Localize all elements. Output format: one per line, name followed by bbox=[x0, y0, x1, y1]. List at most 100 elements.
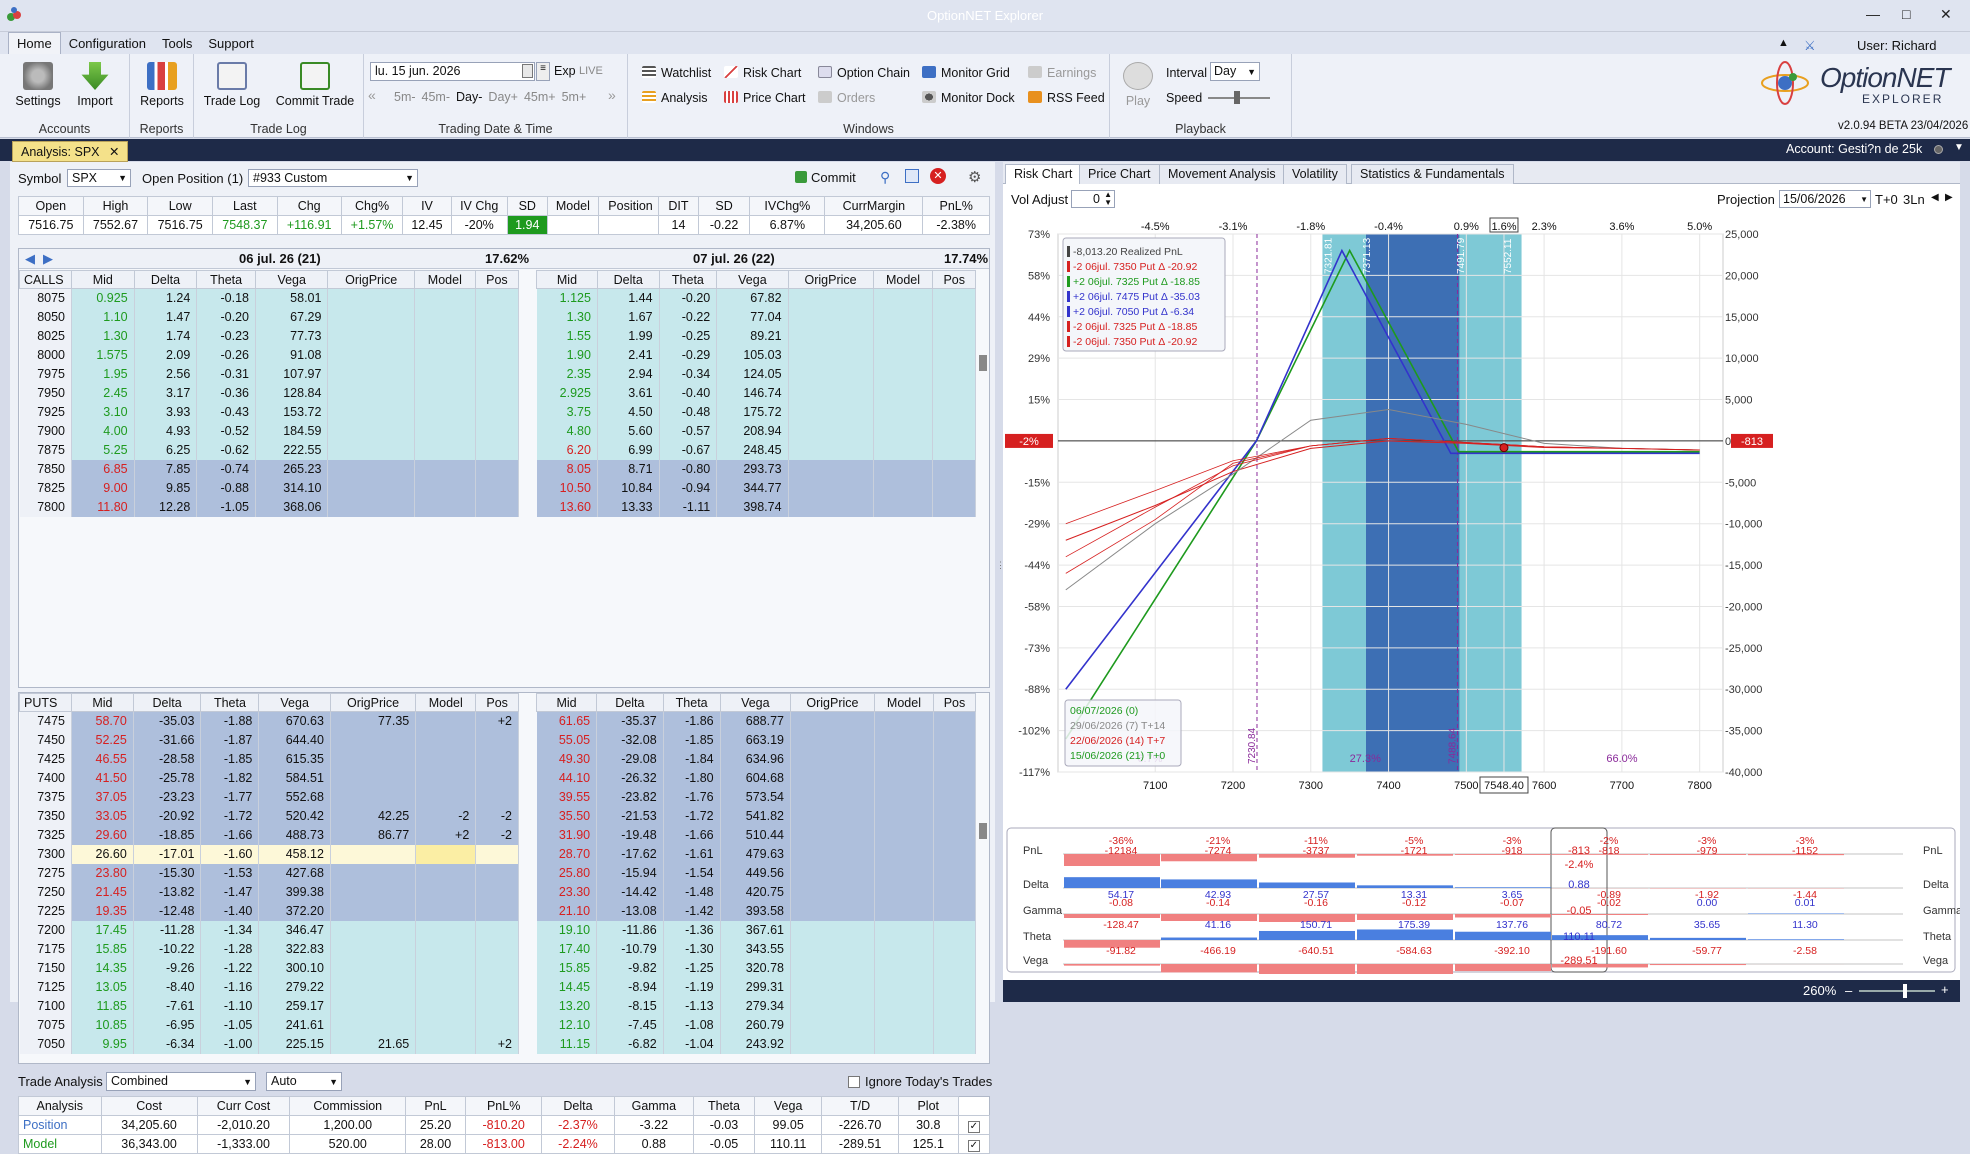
call-empty-cell[interactable] bbox=[414, 441, 475, 460]
call-cell[interactable]: -0.94 bbox=[659, 479, 717, 498]
put-empty-cell[interactable] bbox=[934, 712, 976, 731]
call-empty-cell[interactable] bbox=[475, 346, 518, 365]
next-expiration-icon[interactable]: ▶ bbox=[43, 251, 53, 267]
call-empty-cell[interactable] bbox=[933, 403, 976, 422]
puts-scroll-thumb[interactable] bbox=[979, 823, 987, 839]
call-empty-cell[interactable] bbox=[328, 289, 414, 308]
call-cell[interactable]: 2.09 bbox=[134, 346, 197, 365]
put-row[interactable]: 13.20-8.15-1.13279.34 bbox=[537, 997, 976, 1016]
call-empty-cell[interactable] bbox=[788, 289, 873, 308]
call-row[interactable]: 6.206.99-0.67248.45 bbox=[537, 441, 976, 460]
put-row[interactable]: 23.30-14.42-1.48420.75 bbox=[537, 883, 976, 902]
put-row[interactable]: 717515.85-10.22-1.28322.83 bbox=[20, 940, 519, 959]
put-cell[interactable]: -15.30 bbox=[133, 864, 201, 883]
put-row[interactable]: 12.10-7.45-1.08260.79 bbox=[537, 1016, 976, 1035]
put-row[interactable]: 28.70-17.62-1.61479.63 bbox=[537, 845, 976, 864]
put-cell[interactable] bbox=[330, 997, 415, 1016]
put-cell[interactable]: -15.94 bbox=[597, 864, 664, 883]
call-cell[interactable]: 1.30 bbox=[537, 308, 598, 327]
call-empty-cell[interactable] bbox=[788, 308, 873, 327]
put-cell[interactable] bbox=[330, 883, 415, 902]
calls-scroll-thumb[interactable] bbox=[979, 355, 987, 371]
call-cell[interactable]: 344.77 bbox=[717, 479, 788, 498]
put-cell[interactable]: -35.03 bbox=[133, 712, 201, 731]
call-empty-cell[interactable] bbox=[788, 479, 873, 498]
call-row[interactable]: 78259.009.85-0.88314.10 bbox=[20, 479, 519, 498]
put-cell[interactable]: -13.08 bbox=[597, 902, 664, 921]
call-cell[interactable]: 1.125 bbox=[537, 289, 598, 308]
put-cell[interactable]: -2 bbox=[416, 807, 476, 826]
call-cell[interactable]: -0.20 bbox=[659, 289, 717, 308]
call-empty-cell[interactable] bbox=[788, 460, 873, 479]
call-row[interactable]: 1.551.99-0.2589.21 bbox=[537, 327, 976, 346]
put-cell[interactable]: 13.05 bbox=[72, 978, 134, 997]
put-cell[interactable]: 11.15 bbox=[537, 1035, 597, 1054]
put-cell[interactable]: -1.82 bbox=[201, 769, 259, 788]
put-cell[interactable]: -2 bbox=[476, 807, 519, 826]
call-cell[interactable]: 128.84 bbox=[255, 384, 327, 403]
call-cell[interactable]: -0.88 bbox=[197, 479, 256, 498]
plot-checkbox[interactable]: ✓ bbox=[968, 1140, 980, 1152]
put-cell[interactable]: -1.05 bbox=[201, 1016, 259, 1035]
call-empty-cell[interactable] bbox=[933, 441, 976, 460]
put-empty-cell[interactable] bbox=[791, 883, 875, 902]
call-row[interactable]: 780011.8012.28-1.05368.06 bbox=[20, 498, 519, 517]
plot-checkbox-cell[interactable]: ✓ bbox=[958, 1116, 989, 1135]
put-cell[interactable]: -1.16 bbox=[201, 978, 259, 997]
call-empty-cell[interactable] bbox=[475, 327, 518, 346]
call-cell[interactable]: 398.74 bbox=[717, 498, 788, 517]
step-45m-fwd[interactable]: 45m+ bbox=[524, 90, 556, 104]
put-cell[interactable]: -1.19 bbox=[663, 978, 720, 997]
put-cell[interactable]: 58.70 bbox=[72, 712, 134, 731]
put-cell[interactable] bbox=[330, 750, 415, 769]
put-cell[interactable]: -28.58 bbox=[133, 750, 201, 769]
call-cell[interactable]: 4.00 bbox=[72, 422, 135, 441]
call-empty-cell[interactable] bbox=[328, 422, 414, 441]
put-cell[interactable]: 320.78 bbox=[720, 959, 790, 978]
put-cell[interactable]: 488.73 bbox=[259, 826, 331, 845]
call-cell[interactable]: 4.50 bbox=[597, 403, 659, 422]
put-cell[interactable] bbox=[416, 940, 476, 959]
commit-button[interactable]: Commit bbox=[795, 170, 856, 185]
put-cell[interactable]: 21.65 bbox=[330, 1035, 415, 1054]
call-cell[interactable]: 89.21 bbox=[717, 327, 788, 346]
put-cell[interactable]: 17.40 bbox=[537, 940, 597, 959]
call-empty-cell[interactable] bbox=[414, 289, 475, 308]
call-empty-cell[interactable] bbox=[328, 403, 414, 422]
put-cell[interactable]: 372.20 bbox=[259, 902, 331, 921]
put-cell[interactable] bbox=[476, 731, 519, 750]
put-cell[interactable]: -29.08 bbox=[597, 750, 664, 769]
call-cell[interactable]: 77.04 bbox=[717, 308, 788, 327]
put-cell[interactable]: 300.10 bbox=[259, 959, 331, 978]
put-cell[interactable] bbox=[416, 921, 476, 940]
price-chart-button[interactable]: Price Chart bbox=[724, 91, 806, 105]
speed-slider-thumb[interactable] bbox=[1234, 91, 1240, 104]
put-empty-cell[interactable] bbox=[934, 1035, 976, 1054]
call-cell[interactable]: 1.24 bbox=[134, 289, 197, 308]
call-empty-cell[interactable] bbox=[933, 346, 976, 365]
call-empty-cell[interactable] bbox=[788, 498, 873, 517]
call-cell[interactable]: 1.44 bbox=[597, 289, 659, 308]
put-cell[interactable]: 322.83 bbox=[259, 940, 331, 959]
put-cell[interactable] bbox=[476, 864, 519, 883]
call-empty-cell[interactable] bbox=[873, 498, 933, 517]
call-cell[interactable]: 2.35 bbox=[537, 365, 598, 384]
put-cell[interactable]: -13.82 bbox=[133, 883, 201, 902]
put-cell[interactable]: -1.66 bbox=[663, 826, 720, 845]
call-empty-cell[interactable] bbox=[788, 346, 873, 365]
put-cell[interactable]: +2 bbox=[416, 826, 476, 845]
put-cell[interactable]: 279.34 bbox=[720, 997, 790, 1016]
put-cell[interactable] bbox=[330, 788, 415, 807]
call-cell[interactable]: 107.97 bbox=[255, 365, 327, 384]
put-cell[interactable]: -12.48 bbox=[133, 902, 201, 921]
put-empty-cell[interactable] bbox=[874, 978, 933, 997]
minimize-icon[interactable]: — bbox=[1866, 6, 1880, 22]
put-cell[interactable]: 604.68 bbox=[720, 769, 790, 788]
put-cell[interactable]: -1.84 bbox=[663, 750, 720, 769]
put-empty-cell[interactable] bbox=[934, 769, 976, 788]
call-empty-cell[interactable] bbox=[328, 346, 414, 365]
put-cell[interactable]: 19.10 bbox=[537, 921, 597, 940]
call-cell[interactable]: 175.72 bbox=[717, 403, 788, 422]
call-cell[interactable]: 7.85 bbox=[134, 460, 197, 479]
put-cell[interactable]: -1.72 bbox=[663, 807, 720, 826]
